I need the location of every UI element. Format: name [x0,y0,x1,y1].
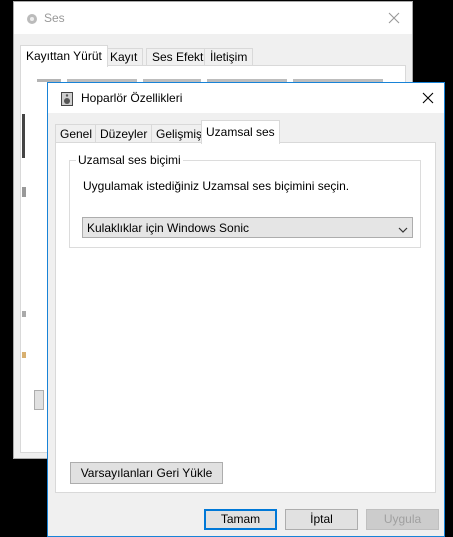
device-icon-fragment [22,311,26,317]
cancel-button[interactable]: İptal [285,509,358,530]
dialog-tabs: Genel Düzeyler Gelişmiş Uzamsal ses [55,120,435,144]
spatial-format-select[interactable]: Kulaklıklar için Windows Sonic [82,217,413,238]
device-icon-fragment [22,114,25,158]
tab-spatial-sound[interactable]: Uzamsal ses [201,120,280,144]
tab-general[interactable]: Genel [55,124,98,143]
speaker-icon [59,91,75,107]
tab-playback[interactable]: Kayıttan Yürüt [20,45,108,67]
sound-app-icon [26,13,38,25]
tab-sound-effects[interactable]: Ses Efekti [146,48,213,66]
tab-levels[interactable]: Düzeyler [95,124,153,143]
restore-defaults-button[interactable]: Varsayılanları Geri Yükle [70,462,223,484]
tab-communications[interactable]: İletişim [204,48,254,66]
close-icon[interactable] [384,8,404,28]
spatial-format-group: Uzamsal ses biçimi Uygulamak istediğiniz… [69,153,421,248]
sound-window-title: Ses [44,11,65,25]
dialog-title: Hoparlör Özellikleri [81,91,183,105]
ok-button[interactable]: Tamam [204,509,277,530]
close-icon[interactable] [416,86,440,110]
tab-advanced[interactable]: Gelişmiş [151,124,208,143]
device-icon-fragment [22,187,26,197]
tab-recording[interactable]: Kayıt [104,48,144,66]
sound-window-button[interactable] [34,390,44,410]
speaker-properties-dialog: Hoparlör Özellikleri Genel Düzeyler Geli… [47,82,445,537]
group-title: Uzamsal ses biçimi [76,153,183,167]
sound-window-titlebar[interactable]: Ses [14,2,412,34]
device-icon-fragment [22,352,26,358]
spatial-sound-panel: Uzamsal ses biçimi Uygulamak istediğiniz… [55,142,436,493]
group-description: Uygulamak istediğiniz Uzamsal ses biçimi… [83,179,350,193]
spatial-format-value: Kulaklıklar için Windows Sonic [87,221,250,235]
dialog-titlebar[interactable]: Hoparlör Özellikleri [48,83,444,113]
apply-button[interactable]: Uygula [366,509,439,530]
chevron-down-icon [398,223,408,233]
